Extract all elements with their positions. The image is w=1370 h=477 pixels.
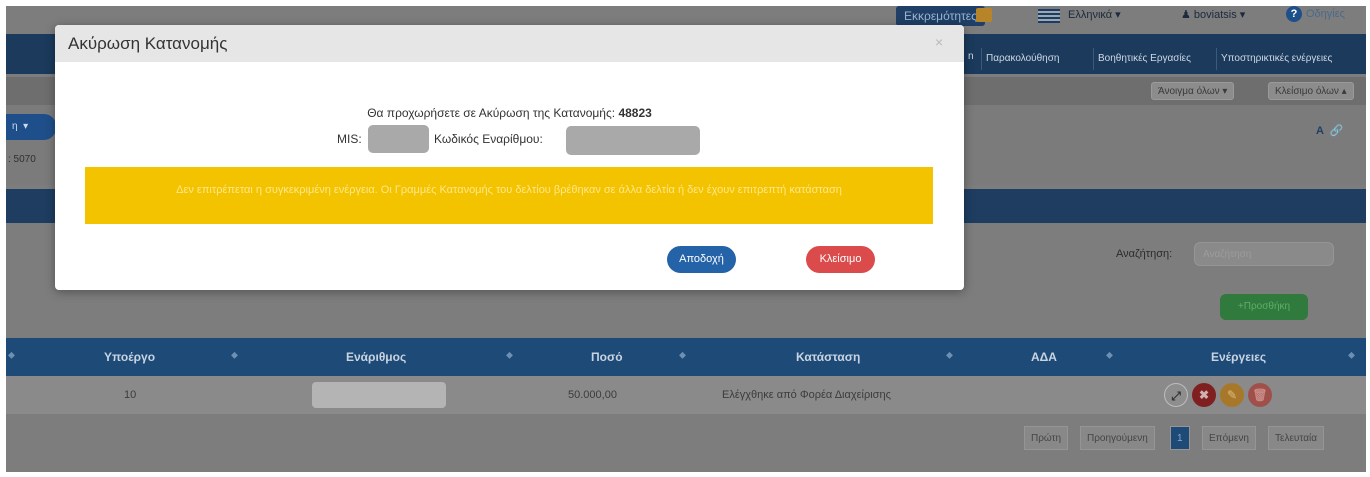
redacted-code-value [566,126,700,155]
cancel-allocation-modal: Ακύρωση Κατανομής × Θα προχωρήσετε σε Ακ… [55,25,964,290]
cell-amount: 50.000,00 [568,389,617,401]
close-button[interactable]: Κλείσιμο [806,246,875,273]
nav-item-monitoring[interactable]: Παρακολούθηση [981,48,1063,70]
mis-label: MIS: [337,132,362,146]
close-icon[interactable]: × [935,34,943,50]
accept-button[interactable]: Αποδοχή [667,246,736,273]
language-selector[interactable]: Ελληνικά ▾ [1068,8,1121,21]
table-header: ⬥ Υποέργο ⬥ Ενάριθμος ⬥ Ποσό ⬥ Κατάσταση… [6,338,1366,376]
col-actions: Ενέργειες [1211,350,1267,364]
col-ada[interactable]: ΑΔΑ [1031,350,1057,364]
modal-header: Ακύρωση Κατανομής × [55,25,964,62]
modal-title: Ακύρωση Κατανομής [68,34,228,53]
edit-icon[interactable]: ✎ [1220,383,1244,407]
redacted-mis-value [368,125,429,153]
col-status[interactable]: Κατάσταση [796,350,860,364]
search-label: Αναζήτηση: [1116,248,1173,260]
cell-status: Ελέγχθηκε από Φορέα Διαχείρισης [722,389,891,401]
open-all-button[interactable]: Άνοιγμα όλων ▾ [1151,82,1235,100]
table-row: 10 50.000,00 Ελέγχθηκε από Φορέα Διαχείρ… [6,376,1366,414]
sort-icon[interactable]: ⬥ [946,350,953,361]
help-link[interactable]: ? Οδηγίες [1286,6,1345,22]
add-button[interactable]: +Προσθήκη [1220,294,1308,320]
help-label: Οδηγίες [1306,8,1345,20]
user-menu[interactable]: ♟ boviatsis ▾ [1181,8,1245,21]
col-subproject[interactable]: Υποέργο [104,350,155,364]
cancel-icon[interactable]: ✖ [1192,383,1216,407]
cell-subproject: 10 [124,389,137,401]
col-amount[interactable]: Ποσό [591,350,623,364]
sort-icon[interactable]: ⬥ [1106,350,1113,361]
allocation-id: 48823 [618,106,652,120]
sort-icon[interactable]: ⬥ [1348,350,1355,361]
expand-icon[interactable]: ⤢ [1164,383,1188,407]
nav-item-support[interactable]: Υποστηρικτικές ενέργειες [1216,48,1336,70]
pending-button[interactable]: Εκκρεμότητες [896,6,985,26]
pager-previous[interactable]: Προηγούμενη [1080,426,1155,450]
sort-icon[interactable]: ⬥ [506,350,513,361]
warning-alert: Δεν επιτρέπεται η συγκεκριμένη ενέργεια.… [85,167,933,224]
sort-icon[interactable]: ⬥ [231,350,238,361]
pager-page-1[interactable]: 1 [1170,426,1190,450]
nav-item-auxiliary[interactable]: Βοηθητικές Εργασίες [1093,48,1195,70]
confirm-message-text: Θα προχωρήσετε σε Ακύρωση της Κατανομής: [367,106,616,120]
attachment-icon[interactable]: 🔗 [1330,125,1344,137]
open-all-label: Άνοιγμα όλων [1158,86,1220,97]
sort-icon[interactable]: ⬥ [8,350,15,361]
confirm-message: Θα προχωρήσετε σε Ακύρωση της Κατανομής:… [55,106,964,120]
close-all-button[interactable]: Κλείσιμο όλων ▴ [1268,82,1354,100]
user-name: boviatsis ▾ [1193,9,1246,21]
help-icon: ? [1286,6,1302,22]
pager-first[interactable]: Πρώτη [1024,426,1069,450]
delete-icon[interactable]: 🗑 [1248,383,1272,407]
user-icon: ♟ [1181,9,1194,21]
greek-flag-icon [1038,9,1060,23]
redacted-enarithmos [312,382,446,408]
code-label: Κωδικός Εναρίθμου: [434,132,543,146]
warning-text: Δεν επιτρέπεται η συγκεκριμένη ενέργεια.… [176,184,842,196]
home-icon[interactable] [976,8,992,22]
pager-last[interactable]: Τελευταία [1268,426,1324,450]
dropdown-pill-button[interactable]: η ▾ [6,114,56,140]
sort-icon[interactable]: ⬥ [679,350,686,361]
close-all-label: Κλείσιμο όλων [1275,86,1339,97]
nav-partial-letter: n [968,51,974,62]
font-size-icon[interactable]: A 🔗 [1316,124,1343,137]
pager-next[interactable]: Επόμενη [1202,426,1256,450]
side-partial-text: : 5070 [8,154,36,165]
search-input[interactable]: Αναζήτηση [1194,242,1334,266]
col-enarithmos[interactable]: Ενάριθμος [346,350,406,364]
